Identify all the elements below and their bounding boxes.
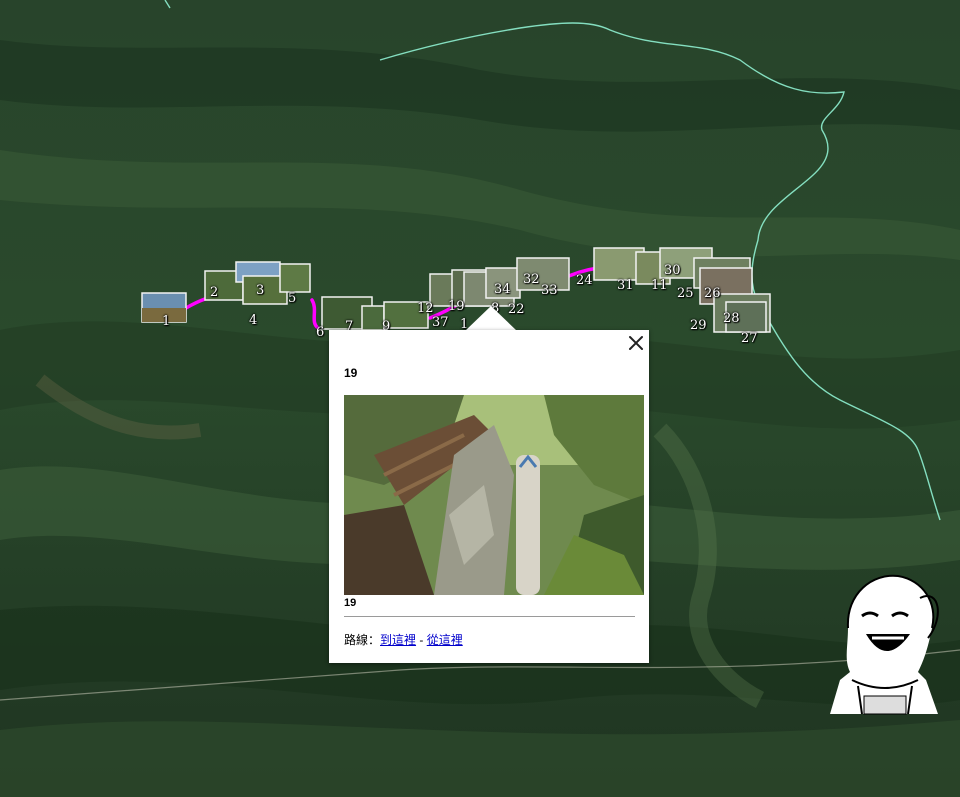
marker-label[interactable]: 1 [162,315,170,328]
photo-info-popup: 19 19 路線：到這裡 - 從這裡 [329,330,649,663]
popup-pointer [465,306,517,331]
route-links: 路線：到這裡 - 從這裡 [344,631,463,648]
girl-face-logo [830,574,939,715]
marker-label[interactable]: 2 [210,286,218,299]
marker-label[interactable]: 37 [432,316,449,329]
marker-label[interactable]: 24 [576,274,593,287]
marker-label[interactable]: 3 [256,284,264,297]
marker-label[interactable]: 30 [664,264,681,277]
marker-label[interactable]: 19 [448,300,465,313]
route-label: 路線： [344,633,381,647]
marker-label[interactable]: 28 [723,312,740,325]
marker-label[interactable]: 26 [704,287,721,300]
marker-label[interactable]: 12 [417,302,434,315]
marker-label[interactable]: 33 [541,284,558,297]
marker-label[interactable]: 32 [523,273,540,286]
marker-label[interactable]: 29 [690,319,707,332]
marker-label[interactable]: 4 [249,314,257,327]
satellite-map[interactable]: 1 2 3 4 5 6 7 9 12 19 37 1 8 22 34 32 33… [0,0,960,797]
marker-label[interactable]: 6 [316,326,324,339]
marker-label[interactable]: 11 [651,279,668,292]
marker-label[interactable]: 31 [617,279,634,292]
route-to-here-link[interactable]: 到這裡 [380,633,416,647]
popup-title: 19 [344,366,358,380]
marker-label[interactable]: 5 [288,292,296,305]
marker-label[interactable]: 34 [494,283,511,296]
trail-summit-photo[interactable] [344,395,644,595]
route-from-here-link[interactable]: 從這裡 [427,633,463,647]
photo-caption: 19 [344,597,357,609]
close-icon[interactable] [627,334,645,352]
marker-label[interactable]: 25 [677,287,694,300]
route-separator: - [416,633,427,647]
divider [344,616,635,617]
marker-label[interactable]: 27 [741,332,758,345]
